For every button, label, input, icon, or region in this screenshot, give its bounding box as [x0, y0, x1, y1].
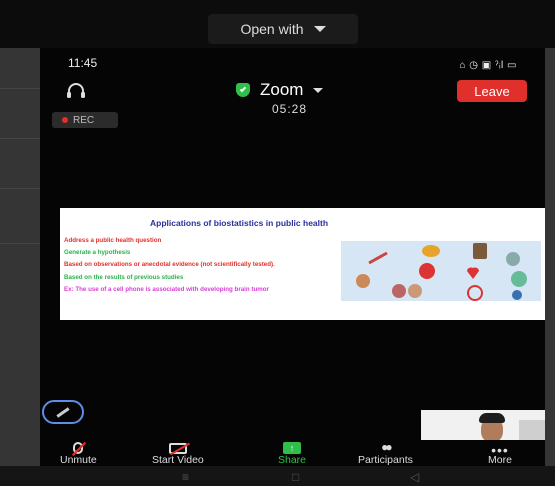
meeting-toolbar: Unmute Start Video ↑ Share ●● Participan… — [40, 440, 545, 466]
background-shape — [519, 420, 545, 440]
public-health-illustration — [341, 241, 541, 301]
participants-icon: ●● — [381, 440, 392, 454]
start-video-label: Start Video — [152, 454, 204, 466]
viewer-left-panel — [0, 48, 40, 468]
recording-badge: REC — [52, 112, 118, 128]
participants-button[interactable]: ●● Participants — [358, 440, 413, 466]
record-dot-icon — [62, 117, 68, 123]
pencil-icon — [56, 406, 70, 418]
health-icons-graphic — [356, 243, 527, 301]
slide-bullets: Address a public health question Generat… — [64, 237, 324, 298]
meeting-title-dropdown[interactable]: Zoom — [236, 80, 324, 100]
muted-mic-icon — [73, 442, 84, 454]
share-button[interactable]: ↑ Share — [278, 440, 306, 466]
viewer-right-panel — [545, 48, 555, 468]
status-bar: 11:45 ⌂ ◷ ▣ ˀᵢl ▭ — [68, 56, 517, 74]
annotate-pencil-button[interactable] — [42, 400, 84, 424]
recents-nav-icon[interactable]: ≡ — [182, 470, 189, 484]
slide-bullet: Based on observations or anecdotal evide… — [64, 261, 275, 269]
start-video-button[interactable]: Start Video — [152, 440, 204, 466]
chevron-down-icon — [313, 26, 326, 32]
slide-bullet: Ex: The use of a cell phone is associate… — [64, 285, 269, 293]
back-nav-icon[interactable]: ◁ — [410, 470, 419, 484]
unmute-label: Unmute — [60, 454, 97, 466]
viewer-nav-bar — [0, 466, 555, 486]
slide-bullet: Based on the results of previous studies — [64, 273, 184, 281]
slide-bullet: Address a public health question — [64, 237, 162, 244]
status-time: 11:45 — [68, 56, 98, 70]
slide-bullet: Generate a hypothesis — [64, 249, 131, 257]
share-arrow-icon: ↑ — [283, 442, 302, 454]
chevron-down-icon — [313, 87, 324, 93]
participants-label: Participants — [358, 454, 413, 466]
shared-slide: Applications of biostatistics in public … — [60, 208, 545, 320]
shield-check-icon — [236, 83, 250, 97]
meeting-title: Zoom — [260, 80, 304, 99]
phone-screen: 11:45 ⌂ ◷ ▣ ˀᵢl ▭ Zoom 05:28 Leave REC A… — [40, 48, 545, 466]
self-video-thumbnail[interactable] — [421, 410, 545, 440]
status-icons: ⌂ ◷ ▣ ˀᵢl ▭ — [459, 56, 517, 74]
participant-hair — [479, 413, 505, 423]
share-label: Share — [278, 454, 307, 466]
meeting-timer: 05:28 — [272, 102, 308, 116]
leave-button[interactable]: Leave — [457, 80, 527, 102]
more-label: More — [488, 454, 512, 466]
rec-label: REC — [73, 114, 95, 126]
slide-title: Applications of biostatistics in public … — [150, 218, 329, 228]
viewer-top-bar: Open with — [0, 0, 555, 48]
unmute-button[interactable]: Unmute — [60, 440, 97, 466]
audio-headset-icon[interactable] — [66, 82, 86, 100]
status-icon-glyphs: ⌂ ◷ ▣ ˀᵢl ▭ — [459, 59, 517, 71]
more-dots-icon: ••• — [491, 442, 509, 458]
open-with-label: Open with — [240, 21, 304, 37]
open-with-button[interactable]: Open with — [208, 14, 358, 44]
home-nav-icon[interactable]: □ — [292, 470, 299, 484]
video-off-icon — [168, 443, 187, 454]
more-button[interactable]: ••• More — [488, 440, 512, 466]
